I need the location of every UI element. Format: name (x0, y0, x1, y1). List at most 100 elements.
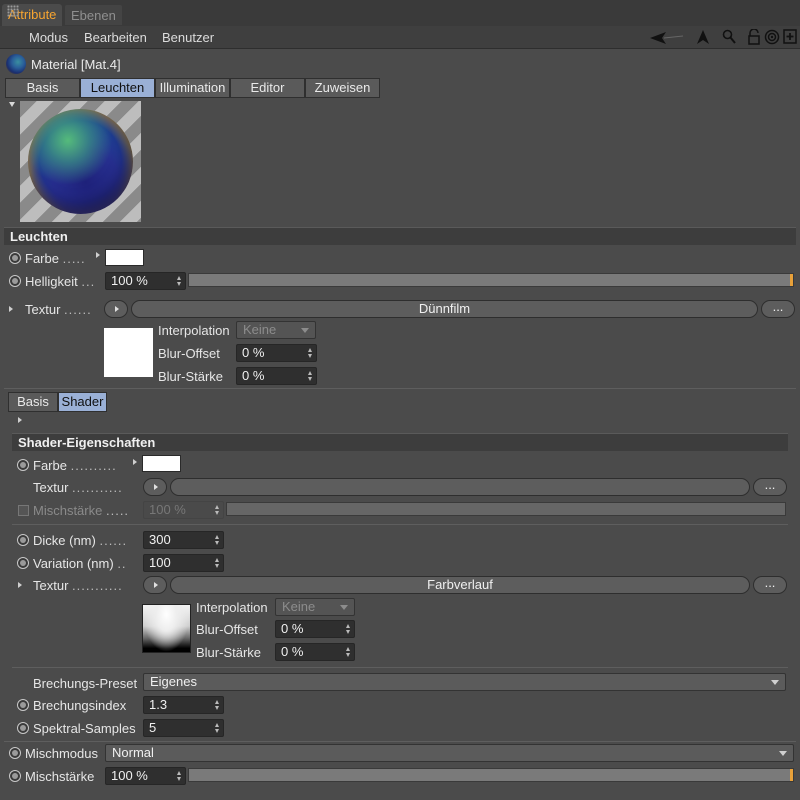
radio-mischstaerke[interactable] (9, 770, 21, 782)
brechungsindex-input[interactable]: 1.3 (143, 696, 224, 714)
spinner-icon[interactable] (215, 505, 220, 515)
menu-bearbeiten[interactable]: Bearbeiten (84, 30, 147, 45)
collapse-triangle-icon[interactable] (9, 102, 15, 107)
spinner-icon[interactable] (177, 771, 182, 781)
blur-offset-input[interactable]: 0 % (236, 344, 317, 362)
material-thumbnail-icon (6, 54, 26, 74)
mischstaerke-checkbox[interactable] (18, 505, 29, 516)
expand-textur2-icon[interactable] (18, 582, 22, 588)
menu-benutzer[interactable]: Benutzer (162, 30, 214, 45)
shader-mischstaerke-input[interactable]: 100 % (143, 501, 224, 519)
textur-more-button[interactable]: ... (761, 300, 795, 318)
spinner-icon[interactable] (346, 647, 351, 657)
spinner-icon[interactable] (308, 348, 313, 358)
menu-modus[interactable]: Modus (29, 30, 68, 45)
shader-mischstaerke-slider[interactable] (226, 502, 786, 516)
label-farbe: Farbe ..... (25, 251, 86, 266)
label-dicke: Dicke (nm) ...... (33, 533, 127, 548)
interpolation2-dropdown[interactable]: Keine (275, 598, 355, 616)
spinner-icon[interactable] (215, 723, 220, 733)
helligkeit-slider[interactable] (188, 273, 794, 287)
label-shader-mischstaerke: Mischstärke ..... (33, 503, 129, 518)
expand-shader-icon[interactable] (18, 417, 22, 423)
shader-textur-menu-button[interactable] (143, 478, 167, 496)
mischstaerke-input[interactable]: 100 % (105, 767, 186, 785)
blur-staerke-value: 0 % (242, 368, 265, 383)
brechungsindex-value: 1.3 (149, 697, 168, 712)
textur2-menu-button[interactable] (143, 576, 167, 594)
shader-tab-basis[interactable]: Basis (8, 392, 58, 412)
blur-staerke2-value: 0 % (281, 644, 304, 659)
slider-handle[interactable] (790, 274, 793, 286)
dicke-input[interactable]: 300 (143, 531, 224, 549)
radio-mischmodus[interactable] (9, 747, 21, 759)
label-dots: ..... (105, 503, 130, 518)
divider (12, 524, 788, 525)
expand-color-icon[interactable] (96, 252, 100, 258)
slider-handle[interactable] (790, 769, 793, 781)
spinner-icon[interactable] (215, 700, 220, 710)
helligkeit-input[interactable]: 100 % (105, 272, 186, 290)
subtab-editor[interactable]: Editor (230, 78, 305, 98)
radio-farbe[interactable] (9, 252, 21, 264)
new-panel-icon[interactable] (783, 29, 797, 45)
search-icon[interactable] (722, 29, 736, 45)
spinner-icon[interactable] (215, 558, 220, 568)
color-swatch-shader-farbe[interactable] (142, 455, 181, 472)
back-arrow-icon[interactable] (648, 30, 684, 46)
spektral-samples-input[interactable]: 5 (143, 719, 224, 737)
label-mischstaerke: Mischstärke (25, 769, 95, 784)
radio-spektral-samples[interactable] (17, 722, 29, 734)
subtab-zuweisen[interactable]: Zuweisen (305, 78, 380, 98)
section-header-leuchten: Leuchten (4, 227, 796, 245)
lock-icon[interactable] (747, 29, 761, 45)
material-preview[interactable] (20, 101, 141, 222)
mischmodus-dropdown[interactable]: Normal (105, 744, 794, 762)
subtab-illumination[interactable]: Illumination (155, 78, 230, 98)
radio-shader-farbe[interactable] (17, 459, 29, 471)
expand-textur-icon[interactable] (9, 306, 13, 312)
radio-brechungsindex[interactable] (17, 699, 29, 711)
spinner-icon[interactable] (346, 624, 351, 634)
blur-offset2-input[interactable]: 0 % (275, 620, 355, 638)
textur2-shader-button[interactable]: Farbverlauf (170, 576, 750, 594)
mischstaerke-slider[interactable] (188, 768, 794, 782)
spinner-icon[interactable] (215, 535, 220, 545)
gradient-thumbnail[interactable] (142, 604, 191, 653)
shader-tab-shader[interactable]: Shader (58, 392, 107, 412)
dicke-value: 300 (149, 532, 171, 547)
label-interpolation2: Interpolation (196, 600, 268, 615)
subtab-basis[interactable]: Basis (5, 78, 80, 98)
shader-textur-button[interactable] (170, 478, 750, 496)
forward-arrow-icon[interactable] (696, 29, 710, 45)
label-blur-staerke2: Blur-Stärke (196, 645, 262, 660)
textur2-more-button[interactable]: ... (753, 576, 787, 594)
interpolation-dropdown[interactable]: Keine (236, 321, 316, 339)
brechungs-preset-dropdown[interactable]: Eigenes (143, 673, 786, 691)
blur-staerke2-input[interactable]: 0 % (275, 643, 355, 661)
color-swatch-farbe[interactable] (105, 249, 144, 266)
textur-shader-button[interactable]: Dünnfilm (131, 300, 758, 318)
tab-ebenen[interactable]: Ebenen (64, 4, 123, 26)
target-icon[interactable] (764, 29, 780, 45)
spinner-icon[interactable] (308, 371, 313, 381)
blur-offset2-value: 0 % (281, 621, 304, 636)
spinner-icon[interactable] (177, 276, 182, 286)
subtab-leuchten[interactable]: Leuchten (80, 78, 155, 98)
radio-helligkeit[interactable] (9, 275, 21, 287)
label-dots: ........... (72, 578, 123, 593)
blur-staerke-input[interactable]: 0 % (236, 367, 317, 385)
grip-icon[interactable] (7, 5, 19, 17)
texture-thumbnail[interactable] (104, 328, 153, 377)
radio-dicke[interactable] (17, 534, 29, 546)
blur-offset-value: 0 % (242, 345, 265, 360)
label-dots: ...... (99, 533, 128, 548)
shader-textur-more-button[interactable]: ... (753, 478, 787, 496)
label-textur2-text: Textur (33, 578, 69, 593)
textur-menu-button[interactable] (104, 300, 128, 318)
label-interpolation: Interpolation (158, 323, 230, 338)
expand-color-icon[interactable] (133, 459, 137, 465)
variation-input[interactable]: 100 (143, 554, 224, 572)
label-shader-textur: Textur ........... (33, 480, 123, 495)
radio-variation[interactable] (17, 557, 29, 569)
